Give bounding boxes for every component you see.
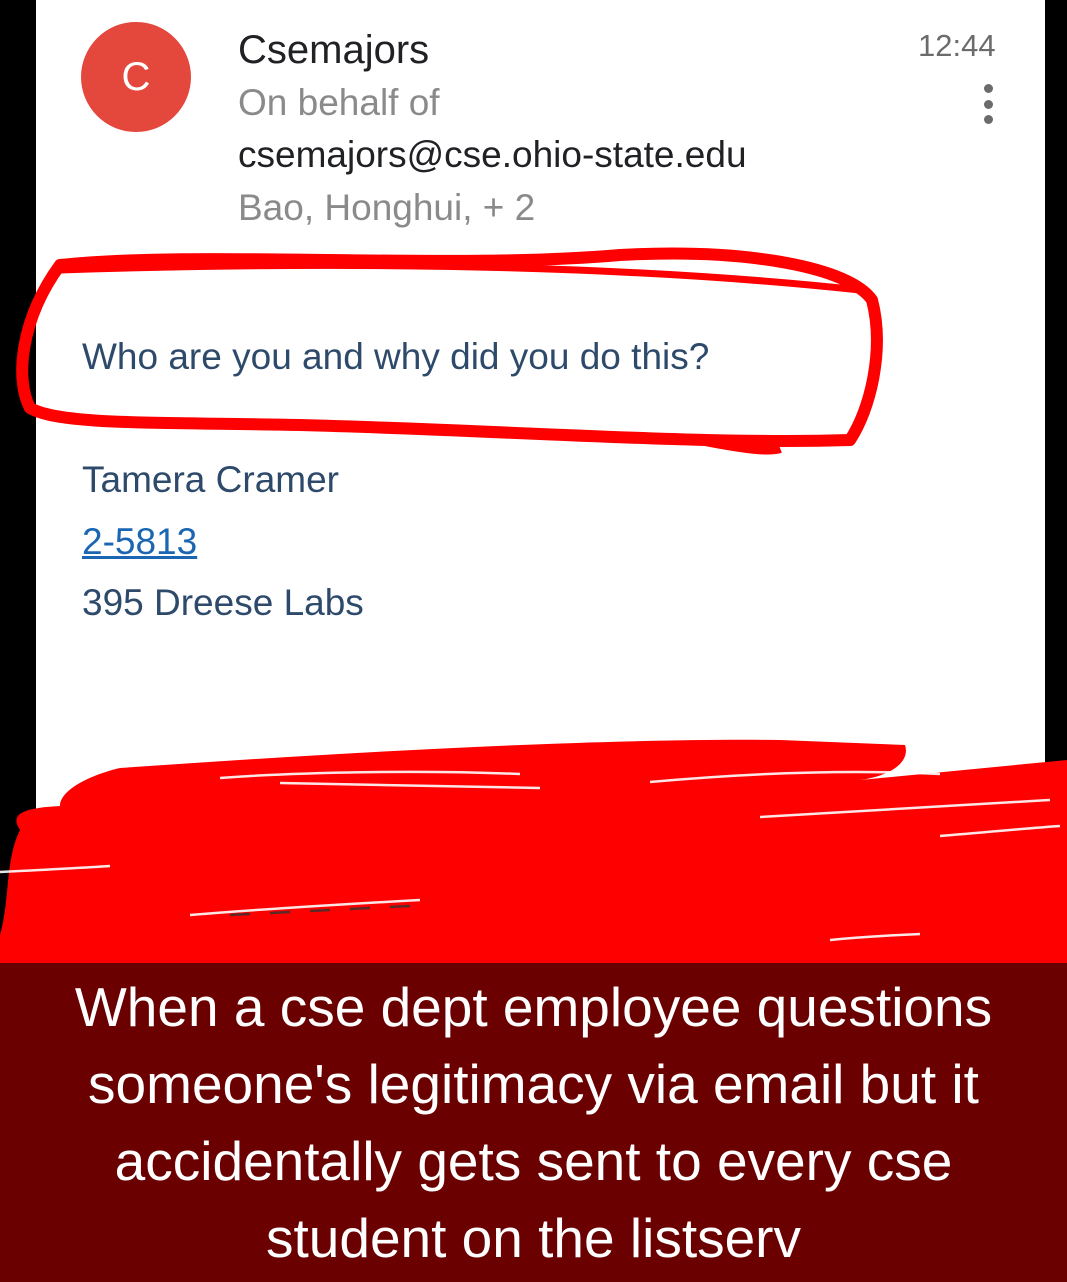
- meme-caption: When a cse dept employee questions someo…: [74, 975, 993, 1269]
- meme-caption-box: When a cse dept employee questions someo…: [0, 963, 1067, 1282]
